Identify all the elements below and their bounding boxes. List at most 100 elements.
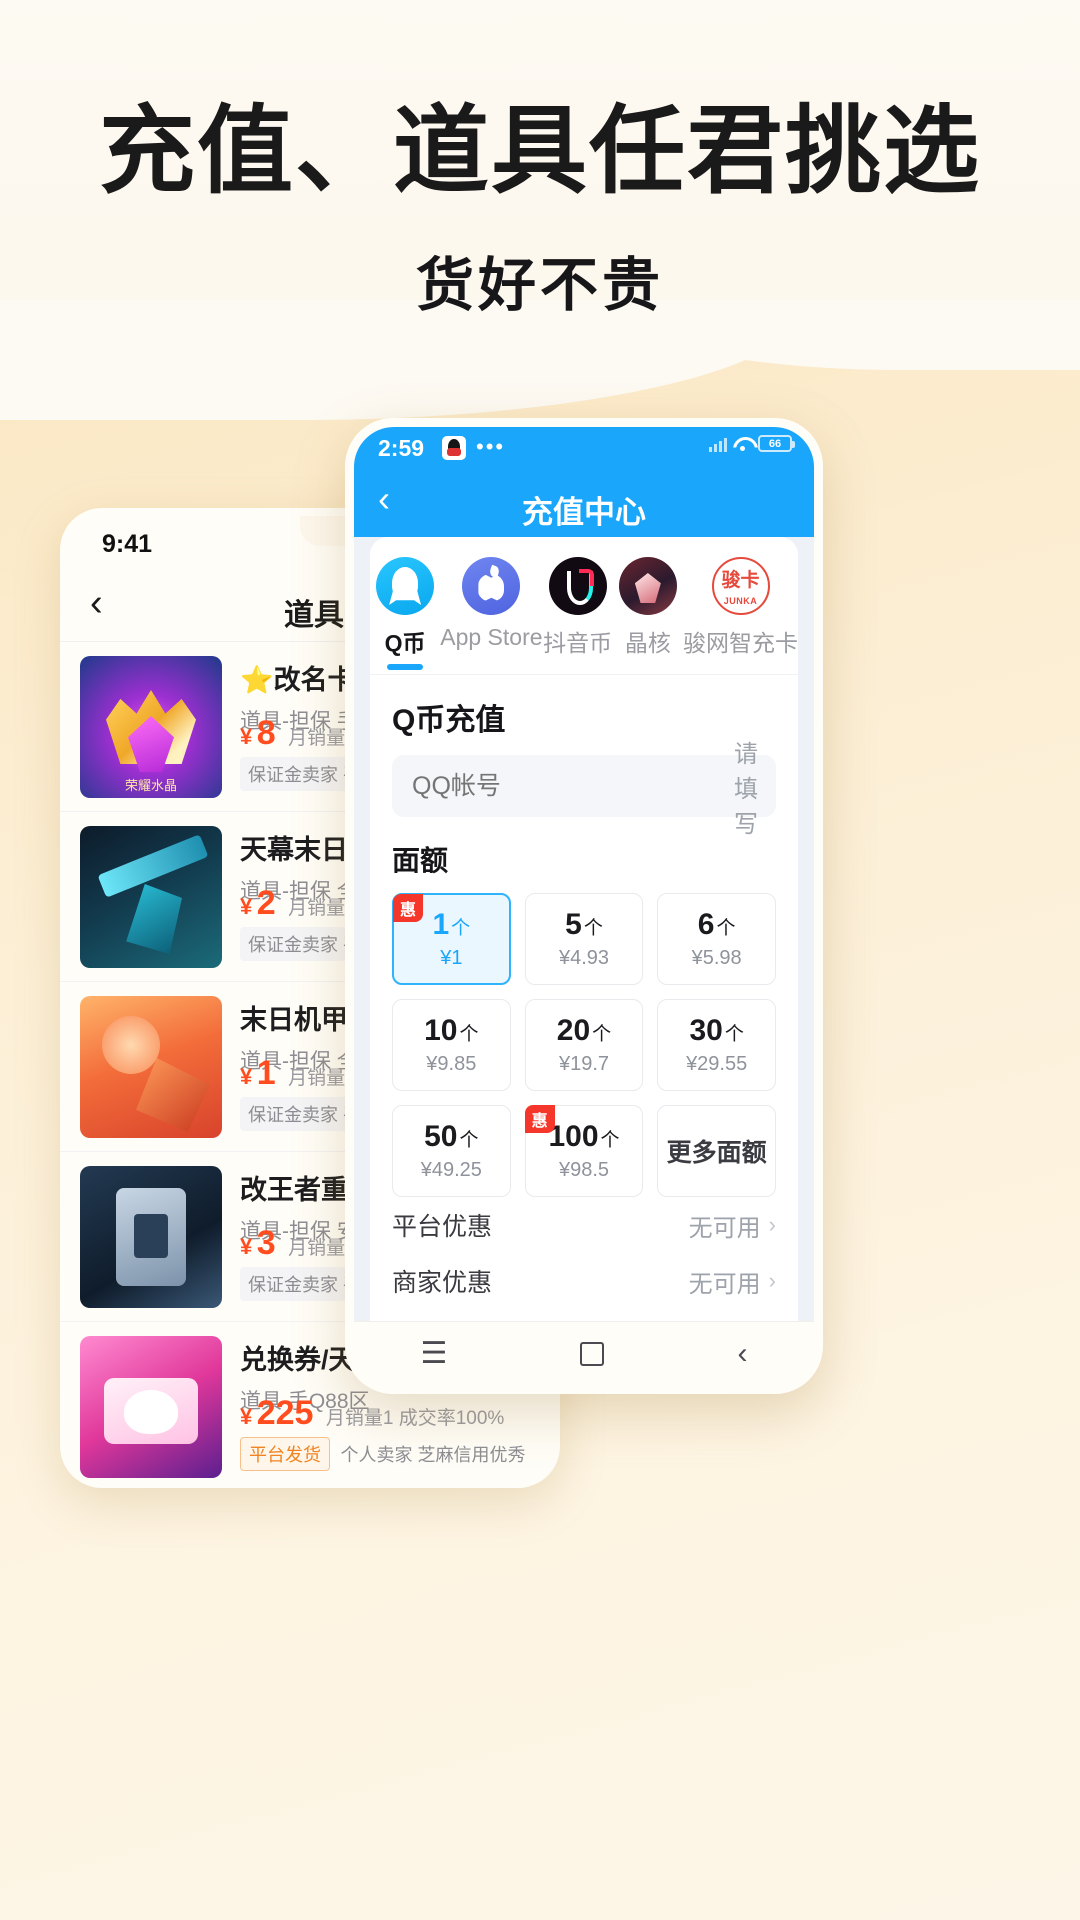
discount-badge: 惠 <box>524 1105 555 1133</box>
item-price: 2 <box>256 884 276 922</box>
denomination-price: ¥9.85 <box>426 1053 477 1075</box>
denomination-amount: 10 <box>424 1014 458 1047</box>
denomination-amount: 1 <box>432 908 450 941</box>
item-thumbnail <box>80 1166 222 1308</box>
status-more-dots-icon: ••• <box>476 434 506 459</box>
qq-penguin-icon <box>442 436 466 460</box>
home-square-icon[interactable] <box>580 1341 605 1366</box>
denomination-unit: 个 <box>459 1024 479 1045</box>
currency-symbol: ¥ <box>240 724 253 749</box>
platform-discount-row[interactable]: 平台优惠 无可用 › <box>392 1197 776 1253</box>
seller-info: 个人卖家 芝麻信用优秀 <box>340 1445 526 1465</box>
promo-subheadline: 货好不贵 <box>415 253 664 318</box>
item-thumbnail <box>80 1336 222 1478</box>
currency-symbol: ¥ <box>240 894 253 919</box>
qq-icon <box>376 557 435 615</box>
denomination-amount: 50 <box>424 1120 458 1153</box>
left-status-time: 9:41 <box>102 530 153 558</box>
recharge-section: Q币充值 请填写 面额 惠 1个 ¥1 5个 ¥4.93 <box>370 674 798 1385</box>
menu-icon[interactable]: ☰ <box>421 1336 448 1371</box>
item-thumbnail: 荣耀水晶 <box>80 656 222 798</box>
channel-tabs: Q币 App Store 抖音币 晶核 骏网智充卡 <box>370 537 798 674</box>
tab-label: 晶核 <box>624 630 671 656</box>
platform-discount-value: 无可用 <box>688 1214 761 1242</box>
tab-label: Q币 <box>384 630 426 656</box>
recharge-card: Q币 App Store 抖音币 晶核 骏网智充卡 <box>370 537 798 1385</box>
junka-icon <box>711 557 770 615</box>
battery-icon: 66 <box>758 435 795 452</box>
tab-label: 抖音币 <box>543 630 613 656</box>
denomination-unit: 个 <box>600 1130 620 1151</box>
discount-badge: 惠 <box>393 894 424 922</box>
denomination-price: ¥4.93 <box>558 947 610 969</box>
platform-shipping-badge: 平台发货 <box>240 1437 330 1471</box>
denomination-price: ¥49.25 <box>420 1159 482 1181</box>
apple-icon <box>462 557 521 615</box>
chevron-left-icon[interactable]: ‹ <box>737 1337 747 1371</box>
denomination-amount: 20 <box>556 1014 591 1047</box>
denomination-option[interactable]: 6个 ¥5.98 <box>657 893 776 985</box>
denomination-price: ¥19.7 <box>558 1053 610 1075</box>
tab-crystal-core[interactable]: 晶核 <box>613 557 683 674</box>
crystal-core-icon <box>618 557 677 615</box>
wifi-icon <box>733 436 752 451</box>
tab-qcoin[interactable]: Q币 <box>370 557 440 674</box>
tab-app-store[interactable]: App Store <box>440 557 543 674</box>
item-sales: 月销量1 成交率100% <box>325 1408 505 1429</box>
item-price: 225 <box>256 1394 314 1432</box>
denomination-option[interactable]: 10 个 ¥9.85 <box>392 999 511 1091</box>
denomination-amount: 6 <box>697 908 715 941</box>
tiktok-icon <box>548 557 607 615</box>
denomination-option[interactable]: 30 个 ¥29.55 <box>657 999 776 1091</box>
tab-junka[interactable]: 骏网智充卡 <box>683 557 798 674</box>
item-price: 3 <box>256 1224 276 1262</box>
status-system-icons: 66 <box>709 435 795 452</box>
right-phone-screen: 2:59 ••• 66 ‹ 充值中心 Q币 App Store 抖音币 晶核 骏… <box>354 427 814 1385</box>
right-phone-mockup: 2:59 ••• 66 ‹ 充值中心 Q币 App Store 抖音币 晶核 骏… <box>345 418 823 1394</box>
promo-headline: 充值、道具任君挑选 <box>99 95 981 207</box>
item-thumbnail <box>80 996 222 1138</box>
merchant-discount-row[interactable]: 商家优惠 无可用 › <box>392 1253 776 1309</box>
chevron-right-icon: › <box>768 1212 776 1237</box>
right-status-time: 2:59 <box>378 435 425 461</box>
denomination-option[interactable]: 20 个 ¥19.7 <box>524 999 644 1091</box>
denomination-option[interactable]: 50 个 ¥49.25 <box>392 1105 511 1197</box>
denomination-unit: 个 <box>451 918 471 939</box>
item-thumbnail <box>80 826 222 968</box>
merchant-discount-label: 商家优惠 <box>392 1269 493 1297</box>
right-page-title: 充值中心 <box>522 495 646 530</box>
denomination-amount: 5 <box>565 908 582 941</box>
tab-label: App Store <box>440 624 543 650</box>
right-nav-bar: ‹ 充值中心 <box>354 467 814 537</box>
denomination-unit: 个 <box>716 918 736 939</box>
denomination-price: ¥98.5 <box>558 1159 610 1181</box>
denomination-option[interactable]: 惠 1个 ¥1 <box>392 893 511 985</box>
denomination-price: ¥29.55 <box>686 1053 748 1075</box>
android-nav-bar: ☰ ‹ <box>354 1321 814 1385</box>
denomination-unit: 个 <box>459 1130 479 1151</box>
denomination-amount: 30 <box>689 1014 723 1047</box>
item-thumbnail-caption: 荣耀水晶 <box>124 778 177 793</box>
item-tag-row: 平台发货 个人卖家 芝麻信用优秀 <box>240 1437 525 1471</box>
account-input-row[interactable]: 请填写 <box>392 741 776 838</box>
item-price-row: ¥ 225 月销量1 成交率100% <box>240 1394 504 1433</box>
right-status-bar: 2:59 ••• 66 <box>354 427 814 467</box>
denomination-price: ¥5.98 <box>691 947 742 969</box>
denomination-price: ¥1 <box>440 947 463 969</box>
denomination-unit: 个 <box>592 1024 612 1045</box>
right-top-bar: 2:59 ••• 66 ‹ 充值中心 <box>354 427 814 537</box>
denomination-option[interactable]: 5个 ¥4.93 <box>524 893 644 985</box>
denomination-unit: 个 <box>724 1024 744 1045</box>
currency-symbol: ¥ <box>240 1234 253 1259</box>
tab-douyin-coin[interactable]: 抖音币 <box>543 557 613 674</box>
denomination-unit: 个 <box>583 918 603 939</box>
section-title: Q币充值 <box>392 704 506 737</box>
currency-symbol: ¥ <box>240 1064 253 1089</box>
denomination-label: 面额 <box>392 845 449 876</box>
qq-account-input[interactable] <box>412 771 734 801</box>
more-denominations-button[interactable]: 更多面额 <box>657 1105 776 1197</box>
tab-label: 骏网智充卡 <box>683 630 798 656</box>
account-input-hint: 请填写 <box>734 740 758 838</box>
chevron-right-icon: › <box>768 1268 776 1293</box>
denomination-option[interactable]: 惠 100 个 ¥98.5 <box>524 1105 644 1197</box>
